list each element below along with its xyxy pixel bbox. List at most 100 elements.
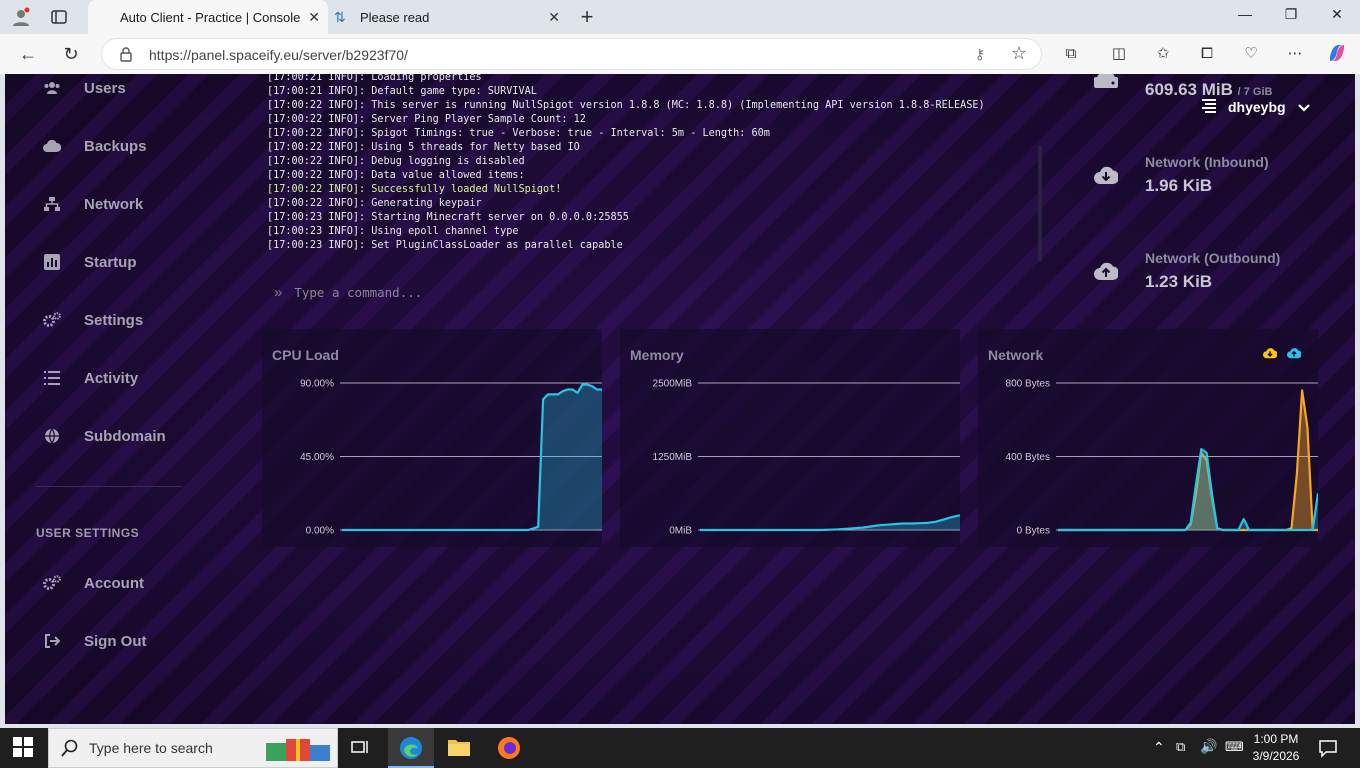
close-window-icon[interactable]: ✕ (1314, 6, 1360, 28)
clock-time: 1:00 PM (1253, 732, 1299, 746)
network-chart: 800 Bytes 400 Bytes 0 Bytes (1006, 379, 1318, 537)
search-icon (61, 739, 79, 762)
favorite-star-icon[interactable]: ☆ (1011, 43, 1027, 64)
memory-chart: 2500MiB 1250MiB 0MiB (653, 379, 960, 537)
server-console-page: Users Backups Network Startup Settings A… (5, 74, 1355, 724)
sidebar: Users Backups Network Startup Settings A… (5, 74, 195, 724)
firefox-icon[interactable] (497, 736, 521, 760)
y-tick-label: 45.00% (300, 452, 334, 463)
task-view-icon[interactable] (349, 736, 373, 760)
close-tab-icon[interactable]: ✕ (308, 9, 320, 26)
cloud-download-icon (1094, 166, 1120, 192)
stat-value: 1.96 KiB (1145, 176, 1213, 195)
chart-icon (43, 253, 61, 271)
clock[interactable]: 1:00 PM 3/9/2026 (1248, 728, 1304, 768)
console-output: [17:00:21 INFO]: Loading properties [17:… (267, 74, 1039, 259)
y-tick-label: 0MiB (669, 526, 692, 537)
sidebar-item-account[interactable]: Account (43, 570, 144, 596)
split-screen-icon[interactable]: ◫ (1108, 43, 1130, 65)
console-line: [17:00:22 INFO]: Debug logging is disabl… (267, 156, 525, 167)
sign-out-icon (43, 632, 61, 650)
tab-please-read[interactable]: ⇅ Please read ✕ (328, 0, 568, 34)
notifications-icon[interactable] (1318, 728, 1338, 768)
minimize-icon[interactable]: — (1222, 6, 1268, 28)
network-icon (43, 195, 61, 213)
series-area (342, 384, 602, 530)
sidebar-item-label: Account (84, 574, 144, 592)
sidebar-item-network[interactable]: Network (43, 191, 143, 217)
reload-icon[interactable]: ↻ (58, 42, 84, 66)
volume-icon[interactable]: 🔊 (1200, 738, 1217, 755)
tab-title: Please read (360, 9, 430, 25)
user-menu[interactable]: dhyeybg (1200, 96, 1310, 118)
clock-date: 3/9/2026 (1252, 749, 1300, 763)
sort-arrows-icon: ⇅ (334, 9, 346, 25)
back-icon[interactable]: ← (15, 42, 41, 66)
series-line (1058, 389, 1318, 532)
console-line: [17:00:22 INFO]: Using 5 threads for Net… (267, 142, 580, 153)
network-status-icon[interactable]: ⧉ (1176, 739, 1185, 755)
gears-icon (43, 311, 61, 329)
network-chart-card: Network 800 Bytes 400 Bytes 0 Bytes (978, 329, 1318, 547)
keyboard-icon[interactable]: ⌨ (1225, 739, 1244, 755)
sidebar-item-label: Network (84, 195, 144, 213)
users-icon (43, 79, 61, 97)
restore-icon[interactable]: ❐ (1268, 6, 1314, 28)
tab-console[interactable]: Auto Client - Practice | Console ✕ (88, 0, 328, 34)
sidebar-item-sign-out[interactable]: Sign Out (43, 628, 147, 654)
sidebar-divider (36, 486, 182, 487)
browser-toolbar: ← ↻ https://panel.spaceify.eu/server/b29… (0, 34, 1360, 74)
sidebar-item-label: Startup (84, 253, 137, 271)
sidebar-item-subdomain[interactable]: Subdomain (43, 423, 166, 449)
sidebar-item-label: Settings (84, 311, 144, 329)
browser-tab-bar: Auto Client - Practice | Console ✕ ⇅ Ple… (0, 0, 1360, 34)
command-bar: » (267, 279, 1039, 305)
more-menu-icon[interactable]: ⋯ (1284, 43, 1306, 65)
sidebar-item-backups[interactable]: Backups (43, 133, 147, 159)
sidebar-item-settings[interactable]: Settings (43, 307, 143, 333)
console-line: [17:00:22 INFO]: Generating keypair (267, 198, 482, 209)
taskbar-search[interactable]: Type here to search (48, 728, 338, 768)
collections-icon[interactable]: ⧠ (1196, 43, 1218, 65)
sidebar-item-users[interactable]: Users (43, 75, 126, 101)
sidebar-item-label: Subdomain (84, 427, 166, 445)
taskbar-edge[interactable] (388, 728, 434, 768)
new-tab-icon[interactable]: + (576, 4, 598, 29)
lock-icon[interactable] (119, 46, 133, 67)
search-placeholder: Type here to search (89, 740, 213, 756)
close-tab-icon[interactable]: ✕ (548, 9, 560, 26)
address-bar[interactable]: https://panel.spaceify.eu/server/b2923f7… (101, 38, 1042, 70)
console-line: [17:00:22 INFO]: Data value allowed item… (267, 170, 525, 181)
file-explorer-icon[interactable] (447, 736, 471, 760)
stat-value: 1.23 KiB (1145, 272, 1213, 291)
extensions-icon[interactable]: ⧉ (1060, 43, 1082, 65)
sidebar-item-activity[interactable]: Activity (43, 365, 138, 391)
cloud-upload-icon (1094, 262, 1120, 288)
console-line: [17:00:22 INFO]: Server Ping Player Samp… (267, 114, 586, 125)
tab-title: Auto Client - Practice | Console (120, 9, 301, 25)
browser-essentials-icon[interactable]: ♡ (1240, 43, 1262, 65)
y-tick-label: 0.00% (306, 526, 334, 537)
console-line: [17:00:22 INFO]: This server is running … (267, 100, 985, 111)
username: dhyeybg (1228, 99, 1286, 115)
sidebar-item-label: Users (84, 79, 126, 97)
console-line: [17:00:23 INFO]: Starting Minecraft serv… (267, 212, 629, 223)
tab-actions-icon[interactable] (48, 6, 70, 28)
copilot-icon[interactable] (1326, 43, 1348, 65)
chevron-up-icon[interactable]: ⌃ (1153, 739, 1165, 756)
favorites-icon[interactable]: ✩ (1152, 43, 1174, 65)
command-input[interactable] (294, 284, 995, 300)
profile-icon[interactable] (10, 6, 32, 28)
sidebar-item-startup[interactable]: Startup (43, 249, 137, 275)
cpu-chart: 90.00% 45.00% 0.00% (300, 379, 602, 537)
edge-icon (399, 736, 423, 765)
stat-label: Network (Inbound) (1145, 154, 1269, 170)
console-scrollbar[interactable] (1038, 146, 1042, 261)
sidebar-item-label: Sign Out (84, 632, 147, 650)
windows-taskbar: Type here to search ⌃ ⧉ 🔊 ⌨ 1:00 PM 3/9/… (0, 728, 1360, 768)
gears-icon (43, 574, 61, 592)
y-tick-label: 90.00% (300, 379, 334, 390)
key-icon[interactable]: ⚷ (975, 46, 985, 63)
windows-start-icon[interactable] (12, 736, 36, 760)
list-icon (43, 369, 61, 387)
